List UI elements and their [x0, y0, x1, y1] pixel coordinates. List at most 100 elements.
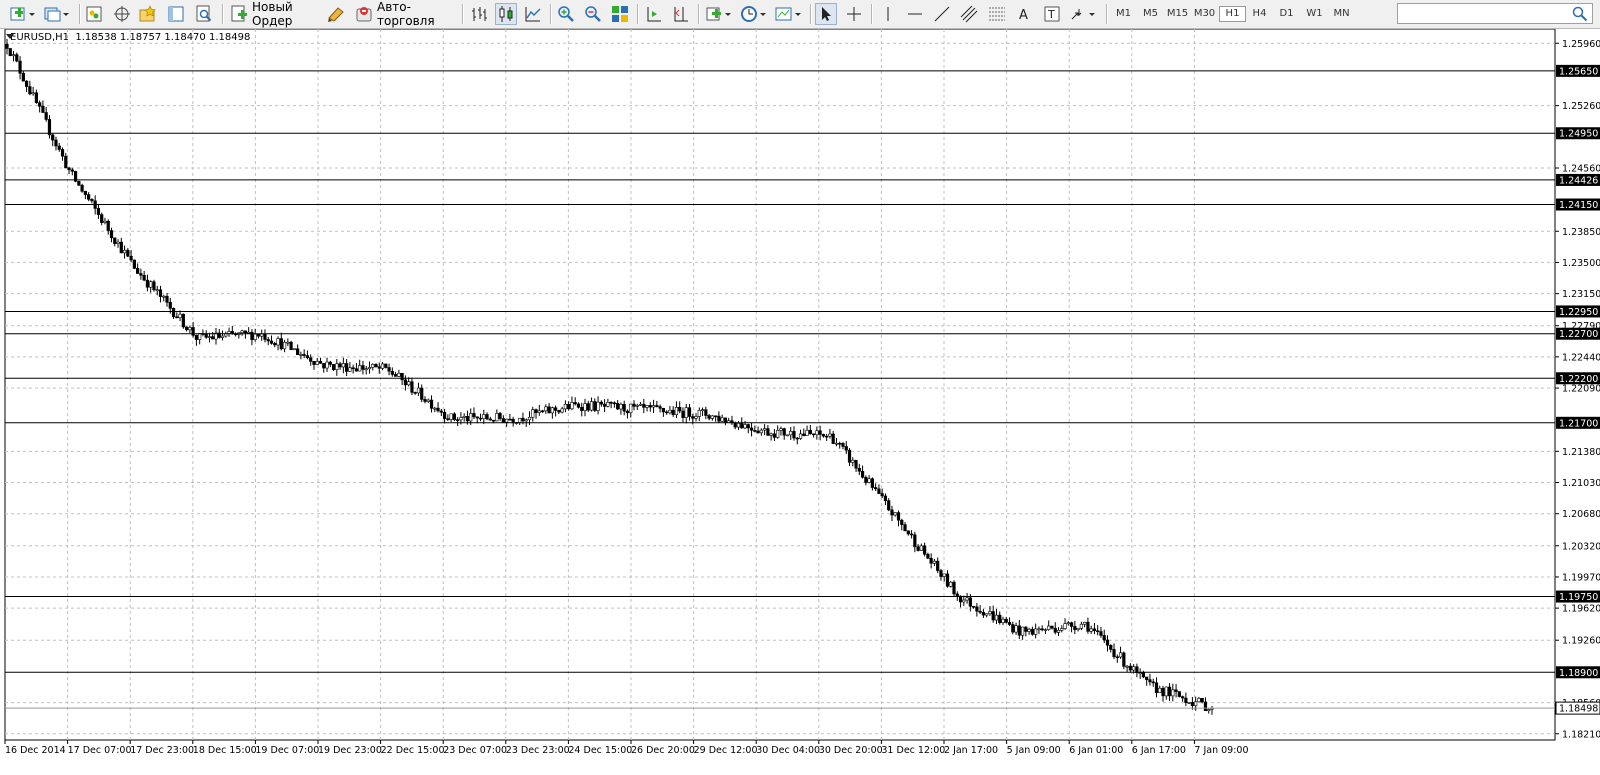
candle-body: [335, 363, 339, 370]
timeframe-m30[interactable]: M30: [1191, 6, 1218, 22]
price-label: 1.20680: [1562, 509, 1600, 520]
crosshair-target-icon: [113, 5, 131, 23]
candle-body: [756, 430, 760, 434]
tile-windows-button[interactable]: [609, 3, 631, 25]
candle-body: [714, 415, 718, 418]
tile-windows-icon: [611, 5, 629, 23]
candle-body: [945, 573, 950, 587]
new-order-button[interactable]: Новый Ордер: [226, 0, 322, 28]
timeframe-w1[interactable]: W1: [1301, 6, 1328, 22]
candle-body: [204, 333, 208, 338]
candle-body: [1102, 635, 1106, 641]
symbol-ohlc-text: EURUSD,H1 1.18538 1.18757 1.18470 1.1849…: [10, 32, 251, 43]
templates-button[interactable]: [774, 3, 804, 25]
candle-body: [276, 338, 280, 346]
timeframe-h1[interactable]: H1: [1219, 6, 1246, 22]
zoom-out-button[interactable]: [582, 3, 604, 25]
candle-body: [704, 409, 708, 416]
new-chart-button[interactable]: [8, 3, 38, 25]
price-label: 1.21030: [1562, 478, 1600, 489]
autotrading-button[interactable]: Авто-торговля: [351, 0, 455, 28]
candle-body: [573, 402, 577, 405]
candle-body: [988, 611, 992, 615]
candle-body: [981, 612, 986, 616]
candle-body: [505, 418, 509, 423]
candle-body: [825, 435, 829, 438]
timeframe-mn[interactable]: MN: [1328, 6, 1355, 22]
candle-body: [1092, 628, 1097, 632]
candle-body: [1063, 623, 1067, 629]
chart-window[interactable]: 16 Dec 2014 17 Dec 07:00 17 Dec 23:00 18 De…: [0, 29, 1600, 775]
text-label-button[interactable]: T: [1041, 3, 1063, 25]
periods-button[interactable]: [739, 3, 769, 25]
zoom-in-button[interactable]: [555, 3, 577, 25]
candle-body: [116, 241, 120, 244]
indicators-button[interactable]: [704, 3, 734, 25]
candle-body: [256, 333, 261, 337]
text-button[interactable]: A: [1013, 3, 1035, 25]
arrows-button[interactable]: [1068, 3, 1098, 25]
candle-body: [374, 364, 378, 368]
horizontal-line-button[interactable]: [904, 3, 926, 25]
candle-body: [651, 405, 656, 408]
auto-scroll-button[interactable]: [643, 3, 665, 25]
level-price-label: 1.22700: [1559, 329, 1598, 340]
navigator-button[interactable]: [111, 3, 133, 25]
candle-body: [603, 403, 607, 407]
candle-body: [648, 405, 652, 408]
cursor-button[interactable]: [815, 3, 837, 25]
template-icon: [775, 5, 803, 23]
candle-body: [877, 488, 881, 494]
timeframe-m1[interactable]: M1: [1110, 6, 1137, 22]
timeframe-h4[interactable]: H4: [1246, 6, 1273, 22]
chart-shift-button[interactable]: [670, 3, 692, 25]
price-label: 1.25260: [1562, 101, 1600, 112]
line-chart-icon: [524, 5, 542, 23]
trendline-button[interactable]: [931, 3, 953, 25]
bar-chart-button[interactable]: [468, 3, 490, 25]
candle-body: [658, 406, 662, 409]
candle-body: [1020, 626, 1025, 636]
fibonacci-button[interactable]: [986, 3, 1008, 25]
timeframe-m5[interactable]: M5: [1137, 6, 1164, 22]
search-input[interactable]: [1397, 3, 1593, 24]
candle-body: [1109, 644, 1113, 650]
equidistant-channel-button[interactable]: [958, 3, 980, 25]
candle-body: [789, 431, 793, 436]
candle-body: [1141, 672, 1146, 678]
candle-body: [149, 281, 153, 288]
autotrading-icon: [355, 5, 373, 23]
price-label: 1.23850: [1562, 227, 1600, 238]
auto-scroll-icon: [645, 5, 663, 23]
search-icon[interactable]: [1572, 6, 1588, 25]
metaeditor-button[interactable]: [324, 3, 348, 25]
candle-body: [1099, 631, 1103, 636]
candle-body: [655, 405, 659, 407]
vertical-line-button[interactable]: [877, 3, 899, 25]
candle-body: [498, 413, 502, 419]
price-chart[interactable]: 16 Dec 2014 17 Dec 07:0017 Dec 23:0018 De…: [0, 29, 1600, 775]
candle-body: [638, 403, 643, 406]
profiles-button[interactable]: [42, 3, 72, 25]
candle-body: [286, 341, 290, 344]
candle-body: [345, 363, 349, 372]
terminal-button[interactable]: [165, 3, 187, 25]
candlestick-button[interactable]: [495, 3, 517, 25]
market-watch-button[interactable]: [83, 3, 105, 25]
candle-body: [554, 407, 558, 411]
candle-body: [282, 341, 287, 350]
candle-body: [678, 407, 682, 412]
strategy-tester-button[interactable]: [193, 3, 215, 25]
candle-body: [1167, 686, 1172, 697]
candle-body: [1177, 691, 1181, 697]
favorites-button[interactable]: [137, 3, 159, 25]
timeframe-d1[interactable]: D1: [1273, 6, 1300, 22]
timeframe-m15[interactable]: M15: [1164, 6, 1191, 22]
line-chart-button[interactable]: [522, 3, 544, 25]
candle-body: [511, 418, 515, 423]
time-label: 31 Dec 12:00: [881, 745, 945, 756]
market-watch-icon: [85, 5, 103, 23]
candle-body: [67, 167, 71, 171]
cursor-arrow-icon: [817, 5, 835, 23]
crosshair-button[interactable]: [843, 3, 865, 25]
